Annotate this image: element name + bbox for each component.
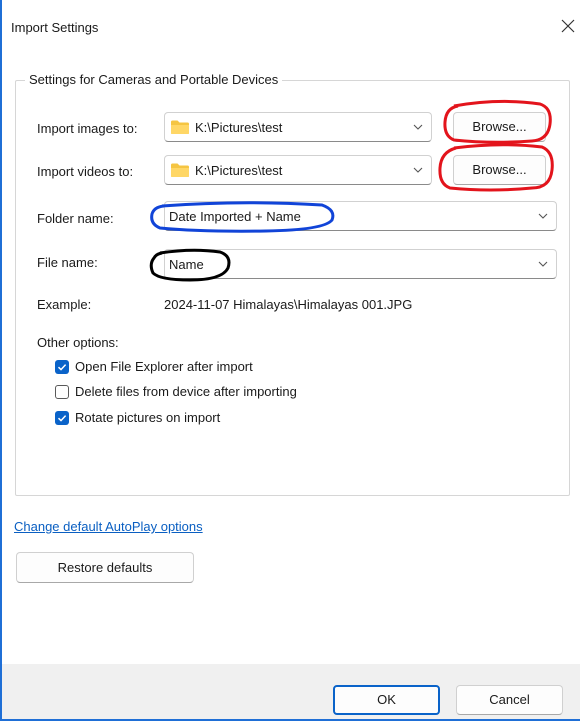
window-border-left	[0, 0, 2, 721]
import-videos-combo[interactable]: K:\Pictures\test	[164, 155, 432, 185]
import-images-combo[interactable]: K:\Pictures\test	[164, 112, 432, 142]
browse-videos-button[interactable]: Browse...	[453, 155, 546, 185]
browse-images-button[interactable]: Browse...	[453, 112, 546, 142]
delete-files-checkbox[interactable]	[55, 385, 69, 399]
example-label: Example:	[37, 297, 92, 312]
other-options-label: Other options:	[37, 335, 119, 350]
chevron-down-icon	[538, 213, 548, 219]
rotate-pictures-label: Rotate pictures on import	[75, 410, 221, 425]
ok-button[interactable]: OK	[333, 685, 440, 715]
folder-name-value: Date Imported + Name	[169, 209, 301, 224]
import-images-label: Import images to:	[37, 121, 138, 136]
restore-defaults-label: Restore defaults	[57, 560, 153, 575]
cancel-label: Cancel	[489, 692, 530, 707]
import-images-value: K:\Pictures\test	[195, 120, 283, 135]
example-value: 2024-11-07 Himalayas\Himalayas 001.JPG	[164, 297, 413, 312]
browse-videos-label: Browse...	[472, 162, 527, 177]
file-name-combo[interactable]: Name	[164, 249, 557, 279]
group-legend: Settings for Cameras and Portable Device…	[25, 72, 283, 87]
open-explorer-checkbox[interactable]	[55, 360, 69, 374]
folder-name-label: Folder name:	[37, 211, 114, 226]
open-explorer-label: Open File Explorer after import	[75, 359, 253, 374]
settings-group-box	[15, 80, 570, 496]
close-icon[interactable]	[558, 16, 578, 36]
delete-files-label: Delete files from device after importing	[75, 384, 297, 399]
dialog-title: Import Settings	[11, 20, 99, 35]
folder-name-combo[interactable]: Date Imported + Name	[164, 201, 557, 231]
import-videos-label: Import videos to:	[37, 164, 134, 179]
import-videos-value: K:\Pictures\test	[195, 163, 283, 178]
title-bar: Import Settings	[2, 0, 580, 58]
browse-images-label: Browse...	[472, 119, 527, 134]
folder-icon	[171, 120, 189, 134]
checkmark-icon	[57, 415, 67, 422]
change-autoplay-link[interactable]: Change default AutoPlay options	[14, 519, 203, 534]
cancel-button[interactable]: Cancel	[456, 685, 563, 715]
ok-label: OK	[377, 692, 396, 707]
checkmark-icon	[57, 364, 67, 371]
chevron-down-icon	[413, 124, 423, 130]
rotate-pictures-checkbox[interactable]	[55, 411, 69, 425]
file-name-value: Name	[169, 257, 204, 272]
restore-defaults-button[interactable]: Restore defaults	[16, 552, 194, 583]
chevron-down-icon	[538, 261, 548, 267]
folder-icon	[171, 163, 189, 177]
chevron-down-icon	[413, 167, 423, 173]
file-name-label: File name:	[37, 255, 98, 270]
